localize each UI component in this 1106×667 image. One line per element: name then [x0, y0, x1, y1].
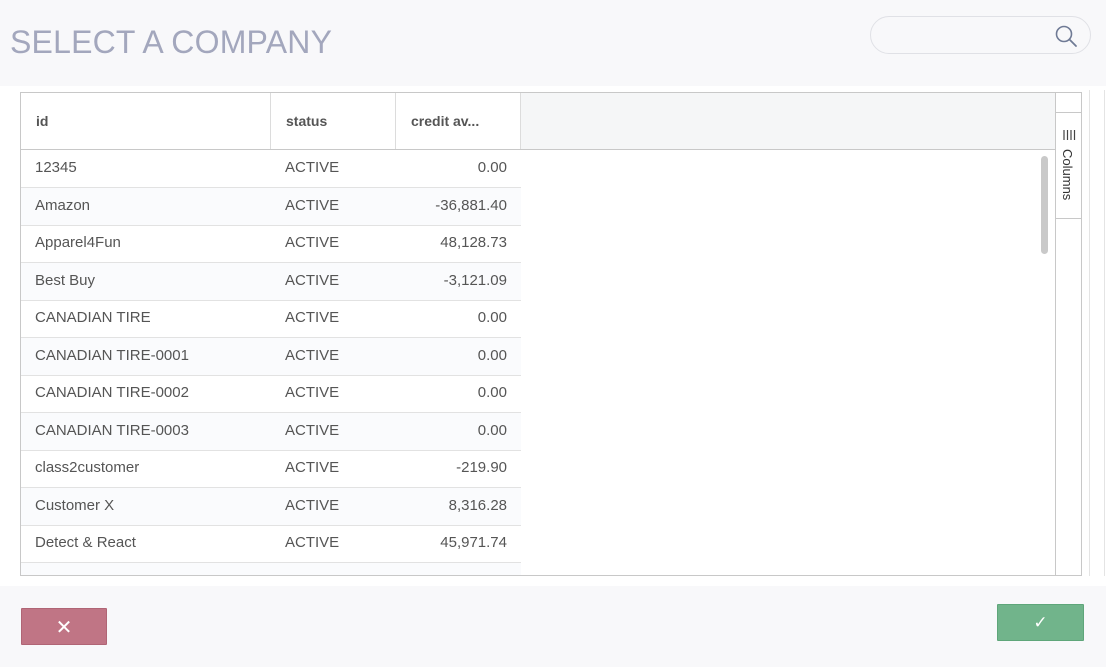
page-title: SELECT A COMPANY [10, 24, 333, 60]
cell-status: ACTIVE [285, 422, 340, 439]
footer: ✕ ✓ [0, 586, 1106, 667]
cell-id: Best Buy [35, 272, 96, 289]
cell-credit: 48,128.73 [440, 234, 507, 251]
cell-credit [396, 563, 507, 575]
cell-id: 12345 [35, 159, 77, 176]
table-row[interactable]: Apparel4Fun ACTIVE 48,128.73 [21, 225, 521, 263]
scrollbar-thumb[interactable] [1041, 156, 1048, 254]
cell-id: CANADIAN TIRE [35, 309, 151, 326]
cell-status: ACTIVE [285, 197, 340, 214]
confirm-button[interactable]: ✓ [997, 604, 1084, 641]
table-row[interactable]: CANADIAN TIRE-0003 ACTIVE 0.00 [21, 413, 521, 451]
search-box[interactable] [870, 16, 1091, 54]
grid-body: 12345 ACTIVE 0.00 Amazon ACTIVE -36,881.… [21, 150, 521, 575]
cell-id: CANADIAN TIRE-0003 [35, 422, 189, 439]
grid-area: id status credit av... 12345 ACTIVE 0.00… [0, 86, 1106, 586]
grid-outer-border [1089, 90, 1105, 576]
check-icon: ✓ [1033, 612, 1048, 633]
cell-status: ACTIVE [285, 234, 340, 251]
table-row[interactable]: Customer X ACTIVE 8,316.28 [21, 488, 521, 526]
cell-credit: 0.00 [477, 422, 507, 439]
vertical-scrollbar[interactable] [1037, 150, 1051, 575]
header: SELECT A COMPANY [0, 0, 1106, 86]
cell-credit: -219.90 [456, 459, 507, 476]
cell-credit: 0.00 [477, 309, 507, 326]
table-row[interactable]: 12345 ACTIVE 0.00 [21, 150, 521, 188]
columns-panel-label: Columns [1060, 149, 1075, 201]
cell-credit: 0.00 [477, 347, 507, 364]
cell-id: CANADIAN TIRE-0002 [35, 384, 189, 401]
cell-status: ACTIVE [285, 347, 340, 364]
cell-status [285, 563, 395, 575]
cell-credit: -36,881.40 [435, 197, 507, 214]
table-row[interactable]: Amazon ACTIVE -36,881.40 [21, 188, 521, 226]
cell-id: class2customer [35, 459, 140, 476]
column-header-id[interactable]: id [21, 93, 271, 149]
cell-status: ACTIVE [285, 309, 340, 326]
close-icon: ✕ [55, 614, 73, 639]
cell-status: ACTIVE [285, 534, 340, 551]
cell-status: ACTIVE [285, 384, 340, 401]
cell-credit: 8,316.28 [448, 497, 507, 514]
table-row[interactable]: CANADIAN TIRE ACTIVE 0.00 [21, 300, 521, 338]
table-row[interactable]: Detect & React ACTIVE 45,971.74 [21, 525, 521, 563]
cell-credit: 45,971.74 [440, 534, 507, 551]
cell-status: ACTIVE [285, 459, 340, 476]
cell-id: CANADIAN TIRE-0001 [35, 347, 189, 364]
columns-icon [1063, 130, 1076, 140]
table-row[interactable]: CANADIAN TIRE-0001 ACTIVE 0.00 [21, 338, 521, 376]
search-icon[interactable] [1054, 24, 1078, 48]
table-row[interactable] [21, 563, 521, 575]
cell-credit: -3,121.09 [443, 272, 507, 289]
cell-id [35, 563, 271, 575]
cell-status: ACTIVE [285, 159, 340, 176]
grid-header-row: id status credit av... [21, 93, 1055, 150]
cell-id: Customer X [35, 497, 115, 514]
table-row[interactable]: class2customer ACTIVE -219.90 [21, 450, 521, 488]
column-header-status[interactable]: status [271, 93, 396, 149]
cell-status: ACTIVE [285, 272, 340, 289]
cell-id: Detect & React [35, 534, 136, 551]
column-header-credit-available[interactable]: credit av... [396, 93, 521, 149]
company-grid: id status credit av... 12345 ACTIVE 0.00… [20, 92, 1082, 576]
columns-panel-tab[interactable]: Columns [1056, 113, 1081, 219]
cell-credit: 0.00 [477, 384, 507, 401]
table-row[interactable]: Best Buy ACTIVE -3,121.09 [21, 263, 521, 301]
cell-credit: 0.00 [477, 159, 507, 176]
side-panel-spacer [1056, 93, 1081, 113]
grid-side-panel: Columns [1055, 93, 1081, 575]
table-row[interactable]: CANADIAN TIRE-0002 ACTIVE 0.00 [21, 375, 521, 413]
cell-id: Amazon [35, 197, 91, 214]
cell-id: Apparel4Fun [35, 234, 121, 251]
cancel-button[interactable]: ✕ [21, 608, 107, 645]
cell-status: ACTIVE [285, 497, 340, 514]
search-input[interactable] [885, 25, 1045, 45]
